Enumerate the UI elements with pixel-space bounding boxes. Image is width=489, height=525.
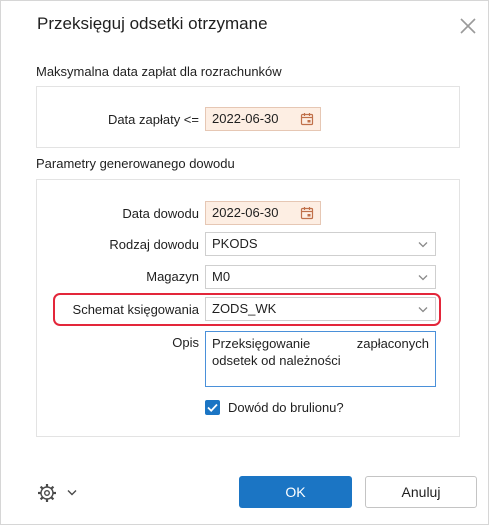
dialog-title: Przeksięguj odsetki otrzymane xyxy=(37,14,268,33)
description-label: Opis xyxy=(172,335,199,350)
warehouse-label: Magazyn xyxy=(146,269,199,284)
draft-checkbox-label[interactable]: Dowód do brulionu? xyxy=(228,400,344,415)
doc-type-label: Rodzaj dowodu xyxy=(109,237,199,252)
check-icon xyxy=(207,403,218,412)
doc-type-value: PKODS xyxy=(212,236,258,251)
warehouse-value: M0 xyxy=(212,269,231,284)
section-document-title: Parametry generowanego dowodu xyxy=(36,156,235,171)
doc-type-select[interactable]: PKODS xyxy=(205,232,436,256)
description-textarea[interactable]: Przeksięgowanie zapłaconych odsetek od n… xyxy=(205,331,436,387)
close-icon[interactable] xyxy=(457,15,479,37)
scheme-label: Schemat księgowania xyxy=(72,302,199,317)
doc-date-field[interactable]: 2022-06-30 xyxy=(205,201,321,225)
cancel-button[interactable]: Anuluj xyxy=(365,476,477,508)
payment-date-label: Data zapłaty <= xyxy=(107,112,199,127)
scheme-select[interactable]: ZODS_WK xyxy=(205,297,436,321)
ok-button[interactable]: OK xyxy=(239,476,352,508)
chevron-down-icon[interactable] xyxy=(418,306,428,313)
gear-icon[interactable] xyxy=(36,482,58,504)
chevron-down-icon[interactable] xyxy=(418,241,428,248)
calendar-icon[interactable] xyxy=(300,112,314,126)
payment-date-value: 2022-06-30 xyxy=(212,111,279,126)
dialog: Przeksięguj odsetki otrzymane Maksymalna… xyxy=(0,0,489,525)
chevron-down-icon[interactable] xyxy=(418,274,428,281)
payment-date-field[interactable]: 2022-06-30 xyxy=(205,107,321,131)
calendar-icon[interactable] xyxy=(300,206,314,220)
draft-checkbox[interactable] xyxy=(205,400,220,415)
chevron-down-icon[interactable] xyxy=(67,489,77,496)
warehouse-select[interactable]: M0 xyxy=(205,265,436,289)
doc-date-label: Data dowodu xyxy=(122,206,199,221)
section-payment-title: Maksymalna data zapłat dla rozrachunków xyxy=(36,64,282,79)
doc-date-value: 2022-06-30 xyxy=(212,205,279,220)
scheme-value: ZODS_WK xyxy=(212,301,277,316)
